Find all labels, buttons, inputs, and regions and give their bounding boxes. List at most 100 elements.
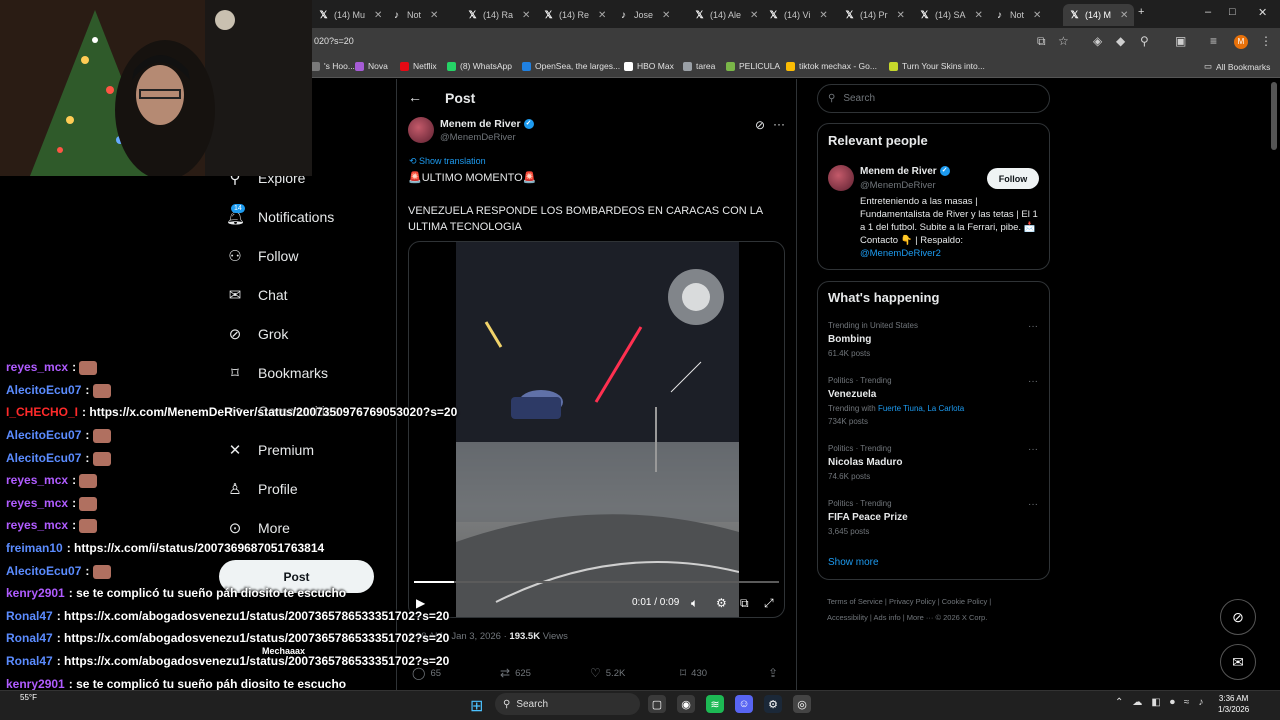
chat-username[interactable]: kenry2901 (6, 677, 65, 691)
star-icon[interactable]: ☆ (1058, 34, 1069, 48)
author-handle[interactable]: @MenemDeRiver (440, 132, 516, 143)
app-icon[interactable]: ◧ (1151, 697, 1160, 708)
obs-icon[interactable]: ◎ (793, 695, 811, 713)
relevant-person-name[interactable]: Menem de River ✓ (860, 166, 950, 177)
browser-tab[interactable]: 𝕏 (14) Pr ✕ (838, 4, 911, 26)
url-field[interactable]: 020?s=20 (314, 36, 354, 46)
browser-tab[interactable]: 𝕏 (14) Vi ✕ (762, 4, 834, 26)
trend-related-links[interactable]: Fuerte Tiuna, La Carlota (878, 404, 964, 413)
grok-fab-button[interactable]: ⊘ (1220, 599, 1256, 635)
bookmark-item[interactable]: tiktok mechax - Go... (786, 61, 877, 71)
bio-link[interactable]: @MenemDeRiver2 (860, 248, 941, 259)
trend-more-icon[interactable]: ··· (1028, 376, 1038, 387)
more-options-icon[interactable]: ··· (773, 117, 785, 131)
extension-icon[interactable]: ◆ (1116, 34, 1125, 48)
bookmark-item[interactable]: Turn Your Skins into... (889, 61, 985, 71)
relevant-person-handle[interactable]: @MenemDeRiver (860, 180, 936, 191)
chat-username[interactable]: reyes_mcx (6, 496, 68, 510)
close-tab-icon[interactable]: ✕ (750, 10, 758, 21)
volume-icon[interactable]: ♪ (1198, 697, 1203, 708)
bookmark-item[interactable]: HBO Max (624, 61, 674, 71)
steam-icon[interactable]: ⚙ (764, 695, 782, 713)
trend-item[interactable]: Politics · Trending Venezuela Trending wit… (828, 376, 1038, 426)
chat-username[interactable]: I_CHECHO_I (6, 405, 78, 419)
footer-line-1[interactable]: Terms of Service | Privacy Policy | Cook… (827, 594, 1052, 610)
profile-avatar[interactable]: M (1234, 35, 1248, 49)
bookmark-button[interactable]: ⌑ 430 (680, 666, 707, 680)
browser-tab[interactable]: 𝕏 (14) Mu ✕ (312, 4, 388, 26)
bookmark-item[interactable]: Netflix (400, 61, 437, 71)
grok-icon[interactable]: ⊘ (755, 118, 765, 132)
follow-button[interactable]: Follow (987, 168, 1039, 189)
menu-icon[interactable]: ⋮ (1260, 34, 1272, 48)
bookmark-item[interactable]: tarea (683, 61, 715, 71)
bookmark-item[interactable]: Nova (355, 61, 388, 71)
close-tab-icon[interactable]: ✕ (1033, 10, 1041, 21)
close-tab-icon[interactable]: ✕ (598, 10, 606, 21)
minimize-button[interactable]: – (1205, 6, 1211, 18)
chevron-up-icon[interactable]: ⌃ (1115, 697, 1123, 708)
author-name[interactable]: Menem de River ✓ (440, 118, 534, 130)
taskbar-search[interactable]: ⚲ Search (495, 693, 640, 715)
nav-item-grok[interactable]: ⊘ Grok (226, 325, 289, 343)
bookmark-item[interactable]: (8) WhatsApp (447, 61, 512, 71)
bookmark-item[interactable]: PELICULA (726, 61, 780, 71)
author-avatar[interactable] (408, 117, 434, 143)
chat-username[interactable]: Ronal47 (6, 609, 53, 623)
chat-username[interactable]: kenry2901 (6, 586, 65, 600)
chat-username[interactable]: AlecitoEcu07 (6, 451, 81, 465)
close-tab-icon[interactable]: ✕ (897, 10, 905, 21)
browser-tab[interactable]: 𝕏 (14) Re ✕ (537, 4, 612, 26)
bookmark-item[interactable]: OpenSea, the larges... (522, 61, 620, 71)
chat-username[interactable]: AlecitoEcu07 (6, 428, 81, 442)
search-input[interactable]: ⚲ Search (817, 84, 1050, 113)
browser-tab[interactable]: 𝕏 (14) SA ✕ (913, 4, 989, 26)
new-tab-button[interactable]: + (1138, 6, 1144, 18)
discord-icon[interactable]: ☺ (735, 695, 753, 713)
video-frame[interactable] (456, 242, 739, 617)
browser-tab[interactable]: ♪ Jose ✕ (612, 4, 676, 26)
close-tab-icon[interactable]: ✕ (522, 10, 530, 21)
like-button[interactable]: ♡ 5.2K (590, 666, 625, 680)
back-arrow-icon[interactable]: ← (408, 89, 422, 105)
trend-item[interactable]: Politics · Trending Nicolas Maduro 74.6K p… (828, 444, 1038, 481)
system-tray[interactable]: ⌃ ☁ ◧ ⏺ ≈ ♪ (1115, 697, 1203, 708)
show-more-link[interactable]: Show more (828, 557, 879, 568)
chat-username[interactable]: reyes_mcx (6, 360, 68, 374)
nav-item-follow[interactable]: ⚇ Follow (226, 247, 298, 265)
browser-tab[interactable]: ♪ Not ✕ (385, 4, 444, 26)
close-tab-icon[interactable]: ✕ (374, 10, 382, 21)
close-tab-icon[interactable]: ✕ (819, 10, 827, 21)
trend-more-icon[interactable]: ··· (1028, 444, 1038, 455)
browser-tab[interactable]: 𝕏 (14) Ra ✕ (461, 4, 536, 26)
bookmark-item[interactable]: 's Hoo... (311, 61, 355, 71)
shield-icon[interactable]: ◈ (1093, 34, 1102, 48)
chat-username[interactable]: Ronal47 (6, 631, 53, 645)
maximize-button[interactable]: □ (1229, 6, 1236, 18)
close-tab-icon[interactable]: ✕ (662, 10, 670, 21)
fullscreen-icon[interactable]: ⤢ (764, 596, 774, 611)
messages-fab-button[interactable]: ✉ (1220, 644, 1256, 680)
volume-icon[interactable]: 🔈︎ (691, 596, 698, 611)
mic-icon[interactable]: ⏺ (1170, 697, 1175, 708)
chat-username[interactable]: freiman10 (6, 541, 63, 555)
chat-username[interactable]: AlecitoEcu07 (6, 564, 81, 578)
media-icon[interactable]: ≡ (1210, 34, 1217, 48)
close-tab-icon[interactable]: ✕ (975, 10, 983, 21)
repost-button[interactable]: ⇄ 625 (500, 666, 531, 680)
close-window-button[interactable]: ✕ (1258, 6, 1267, 19)
task-view-icon[interactable]: ▢ (648, 695, 666, 713)
browser-tab[interactable]: 𝕏 (14) Ale ✕ (688, 4, 764, 26)
chat-username[interactable]: reyes_mcx (6, 518, 68, 532)
scrollbar[interactable] (1271, 82, 1277, 150)
close-tab-icon[interactable]: ✕ (1120, 10, 1128, 21)
nav-item-chat[interactable]: ✉ Chat (226, 286, 288, 304)
trend-more-icon[interactable]: ··· (1028, 499, 1038, 510)
sidepanel-icon[interactable]: ▣ (1175, 34, 1186, 48)
weather-widget[interactable]: 55°F (20, 693, 37, 702)
install-icon[interactable]: ⧉ (1037, 34, 1046, 49)
browser-tab[interactable]: 𝕏 (14) M ✕ (1063, 4, 1135, 26)
chat-username[interactable]: Ronal47 (6, 654, 53, 668)
cloud-icon[interactable]: ☁ (1132, 697, 1142, 708)
close-tab-icon[interactable]: ✕ (430, 10, 438, 21)
